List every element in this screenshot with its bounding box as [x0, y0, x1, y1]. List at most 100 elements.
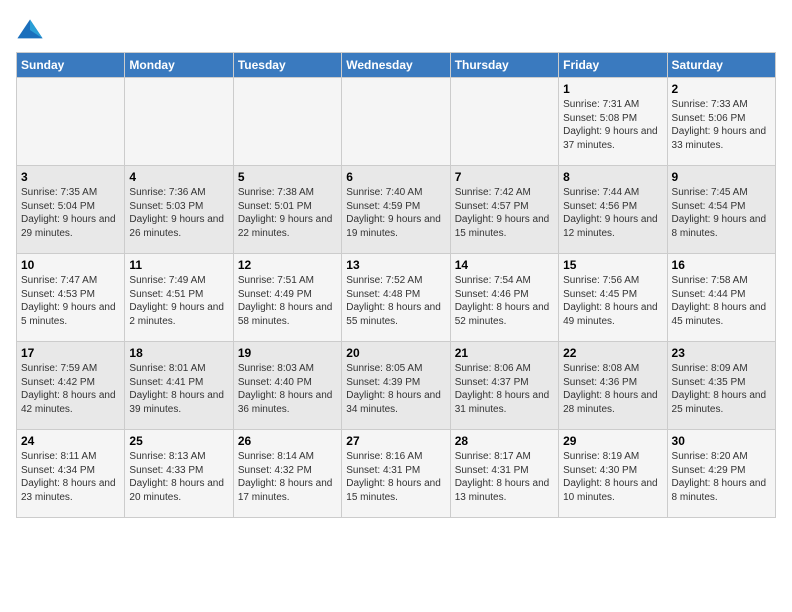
day-number: 2 [672, 82, 771, 96]
day-number: 27 [346, 434, 445, 448]
calendar-cell: 18 Sunrise: 8:01 AMSunset: 4:41 PMDayligh… [125, 342, 233, 430]
day-number: 3 [21, 170, 120, 184]
calendar-cell: 7 Sunrise: 7:42 AMSunset: 4:57 PMDaylight… [450, 166, 558, 254]
calendar-cell [342, 78, 450, 166]
day-number: 19 [238, 346, 337, 360]
col-header-sunday: Sunday [17, 53, 125, 78]
day-info: Sunrise: 7:58 AMSunset: 4:44 PMDaylight:… [672, 274, 771, 328]
page-header [16, 16, 776, 44]
calendar-cell: 19 Sunrise: 8:03 AMSunset: 4:40 PMDayligh… [233, 342, 341, 430]
week-row-5: 24 Sunrise: 8:11 AMSunset: 4:34 PMDayligh… [17, 430, 776, 518]
calendar-cell: 13 Sunrise: 7:52 AMSunset: 4:48 PMDayligh… [342, 254, 450, 342]
day-info: Sunrise: 7:54 AMSunset: 4:46 PMDaylight:… [455, 274, 554, 328]
day-number: 18 [129, 346, 228, 360]
day-info: Sunrise: 8:17 AMSunset: 4:31 PMDaylight:… [455, 450, 554, 504]
week-row-3: 10 Sunrise: 7:47 AMSunset: 4:53 PMDayligh… [17, 254, 776, 342]
day-info: Sunrise: 7:45 AMSunset: 4:54 PMDaylight:… [672, 186, 771, 240]
calendar-cell: 27 Sunrise: 8:16 AMSunset: 4:31 PMDayligh… [342, 430, 450, 518]
calendar-cell: 2 Sunrise: 7:33 AMSunset: 5:06 PMDaylight… [667, 78, 775, 166]
day-number: 17 [21, 346, 120, 360]
calendar-cell: 28 Sunrise: 8:17 AMSunset: 4:31 PMDayligh… [450, 430, 558, 518]
day-info: Sunrise: 7:52 AMSunset: 4:48 PMDaylight:… [346, 274, 445, 328]
day-info: Sunrise: 8:11 AMSunset: 4:34 PMDaylight:… [21, 450, 120, 504]
day-info: Sunrise: 8:13 AMSunset: 4:33 PMDaylight:… [129, 450, 228, 504]
day-number: 9 [672, 170, 771, 184]
day-number: 11 [129, 258, 228, 272]
calendar-cell: 22 Sunrise: 8:08 AMSunset: 4:36 PMDayligh… [559, 342, 667, 430]
day-number: 21 [455, 346, 554, 360]
calendar-cell: 25 Sunrise: 8:13 AMSunset: 4:33 PMDayligh… [125, 430, 233, 518]
day-number: 29 [563, 434, 662, 448]
col-header-friday: Friday [559, 53, 667, 78]
calendar-cell: 4 Sunrise: 7:36 AMSunset: 5:03 PMDaylight… [125, 166, 233, 254]
day-info: Sunrise: 7:36 AMSunset: 5:03 PMDaylight:… [129, 186, 228, 240]
day-number: 13 [346, 258, 445, 272]
day-number: 7 [455, 170, 554, 184]
calendar-cell: 15Sunrise: 7:56 AMSunset: 4:45 PMDayligh… [559, 254, 667, 342]
week-row-1: 1 Sunrise: 7:31 AMSunset: 5:08 PMDaylight… [17, 78, 776, 166]
day-info: Sunrise: 7:33 AMSunset: 5:06 PMDaylight:… [672, 98, 771, 152]
day-info: Sunrise: 8:19 AMSunset: 4:30 PMDaylight:… [563, 450, 662, 504]
calendar-cell: 26Sunrise: 8:14 AMSunset: 4:32 PMDayligh… [233, 430, 341, 518]
day-number: 16 [672, 258, 771, 272]
day-info: Sunrise: 7:49 AMSunset: 4:51 PMDaylight:… [129, 274, 228, 328]
calendar-cell: 9 Sunrise: 7:45 AMSunset: 4:54 PMDaylight… [667, 166, 775, 254]
day-info: Sunrise: 7:40 AMSunset: 4:59 PMDaylight:… [346, 186, 445, 240]
calendar-cell: 11 Sunrise: 7:49 AMSunset: 4:51 PMDayligh… [125, 254, 233, 342]
calendar-cell: 8 Sunrise: 7:44 AMSunset: 4:56 PMDaylight… [559, 166, 667, 254]
day-number: 10 [21, 258, 120, 272]
calendar-cell: 30Sunrise: 8:20 AMSunset: 4:29 PMDayligh… [667, 430, 775, 518]
calendar-cell: 12 Sunrise: 7:51 AMSunset: 4:49 PMDayligh… [233, 254, 341, 342]
day-info: Sunrise: 7:59 AMSunset: 4:42 PMDaylight:… [21, 362, 120, 416]
calendar-table: SundayMondayTuesdayWednesdayThursdayFrid… [16, 52, 776, 518]
col-header-monday: Monday [125, 53, 233, 78]
day-number: 6 [346, 170, 445, 184]
col-header-wednesday: Wednesday [342, 53, 450, 78]
calendar-cell: 14 Sunrise: 7:54 AMSunset: 4:46 PMDayligh… [450, 254, 558, 342]
day-number: 28 [455, 434, 554, 448]
calendar-cell: 23Sunrise: 8:09 AMSunset: 4:35 PMDayligh… [667, 342, 775, 430]
calendar-cell: 24 Sunrise: 8:11 AMSunset: 4:34 PMDayligh… [17, 430, 125, 518]
day-number: 4 [129, 170, 228, 184]
day-number: 8 [563, 170, 662, 184]
day-info: Sunrise: 8:03 AMSunset: 4:40 PMDaylight:… [238, 362, 337, 416]
day-info: Sunrise: 8:01 AMSunset: 4:41 PMDaylight:… [129, 362, 228, 416]
calendar-cell: 5Sunrise: 7:38 AMSunset: 5:01 PMDaylight… [233, 166, 341, 254]
day-number: 12 [238, 258, 337, 272]
day-number: 1 [563, 82, 662, 96]
calendar-cell: 20 Sunrise: 8:05 AMSunset: 4:39 PMDayligh… [342, 342, 450, 430]
day-info: Sunrise: 8:16 AMSunset: 4:31 PMDaylight:… [346, 450, 445, 504]
day-number: 14 [455, 258, 554, 272]
day-number: 24 [21, 434, 120, 448]
day-info: Sunrise: 7:44 AMSunset: 4:56 PMDaylight:… [563, 186, 662, 240]
week-row-2: 3 Sunrise: 7:35 AMSunset: 5:04 PMDaylight… [17, 166, 776, 254]
day-number: 22 [563, 346, 662, 360]
calendar-cell [233, 78, 341, 166]
day-number: 20 [346, 346, 445, 360]
day-number: 23 [672, 346, 771, 360]
calendar-header-row: SundayMondayTuesdayWednesdayThursdayFrid… [17, 53, 776, 78]
week-row-4: 17 Sunrise: 7:59 AMSunset: 4:42 PMDayligh… [17, 342, 776, 430]
day-info: Sunrise: 7:35 AMSunset: 5:04 PMDaylight:… [21, 186, 120, 240]
col-header-saturday: Saturday [667, 53, 775, 78]
calendar-cell [125, 78, 233, 166]
col-header-thursday: Thursday [450, 53, 558, 78]
day-info: Sunrise: 7:51 AMSunset: 4:49 PMDaylight:… [238, 274, 337, 328]
day-info: Sunrise: 7:42 AMSunset: 4:57 PMDaylight:… [455, 186, 554, 240]
day-info: Sunrise: 8:20 AMSunset: 4:29 PMDaylight:… [672, 450, 771, 504]
calendar-cell: 29 Sunrise: 8:19 AMSunset: 4:30 PMDayligh… [559, 430, 667, 518]
day-info: Sunrise: 8:08 AMSunset: 4:36 PMDaylight:… [563, 362, 662, 416]
day-info: Sunrise: 8:06 AMSunset: 4:37 PMDaylight:… [455, 362, 554, 416]
day-number: 25 [129, 434, 228, 448]
day-number: 5 [238, 170, 337, 184]
day-info: Sunrise: 7:31 AMSunset: 5:08 PMDaylight:… [563, 98, 662, 152]
col-header-tuesday: Tuesday [233, 53, 341, 78]
day-info: Sunrise: 8:05 AMSunset: 4:39 PMDaylight:… [346, 362, 445, 416]
day-info: Sunrise: 8:14 AMSunset: 4:32 PMDaylight:… [238, 450, 337, 504]
calendar-cell: 17 Sunrise: 7:59 AMSunset: 4:42 PMDayligh… [17, 342, 125, 430]
calendar-cell: 16 Sunrise: 7:58 AMSunset: 4:44 PMDayligh… [667, 254, 775, 342]
calendar-cell: 10 Sunrise: 7:47 AMSunset: 4:53 PMDayligh… [17, 254, 125, 342]
day-info: Sunrise: 7:47 AMSunset: 4:53 PMDaylight:… [21, 274, 120, 328]
logo-icon [16, 16, 44, 44]
calendar-cell: 21 Sunrise: 8:06 AMSunset: 4:37 PMDayligh… [450, 342, 558, 430]
